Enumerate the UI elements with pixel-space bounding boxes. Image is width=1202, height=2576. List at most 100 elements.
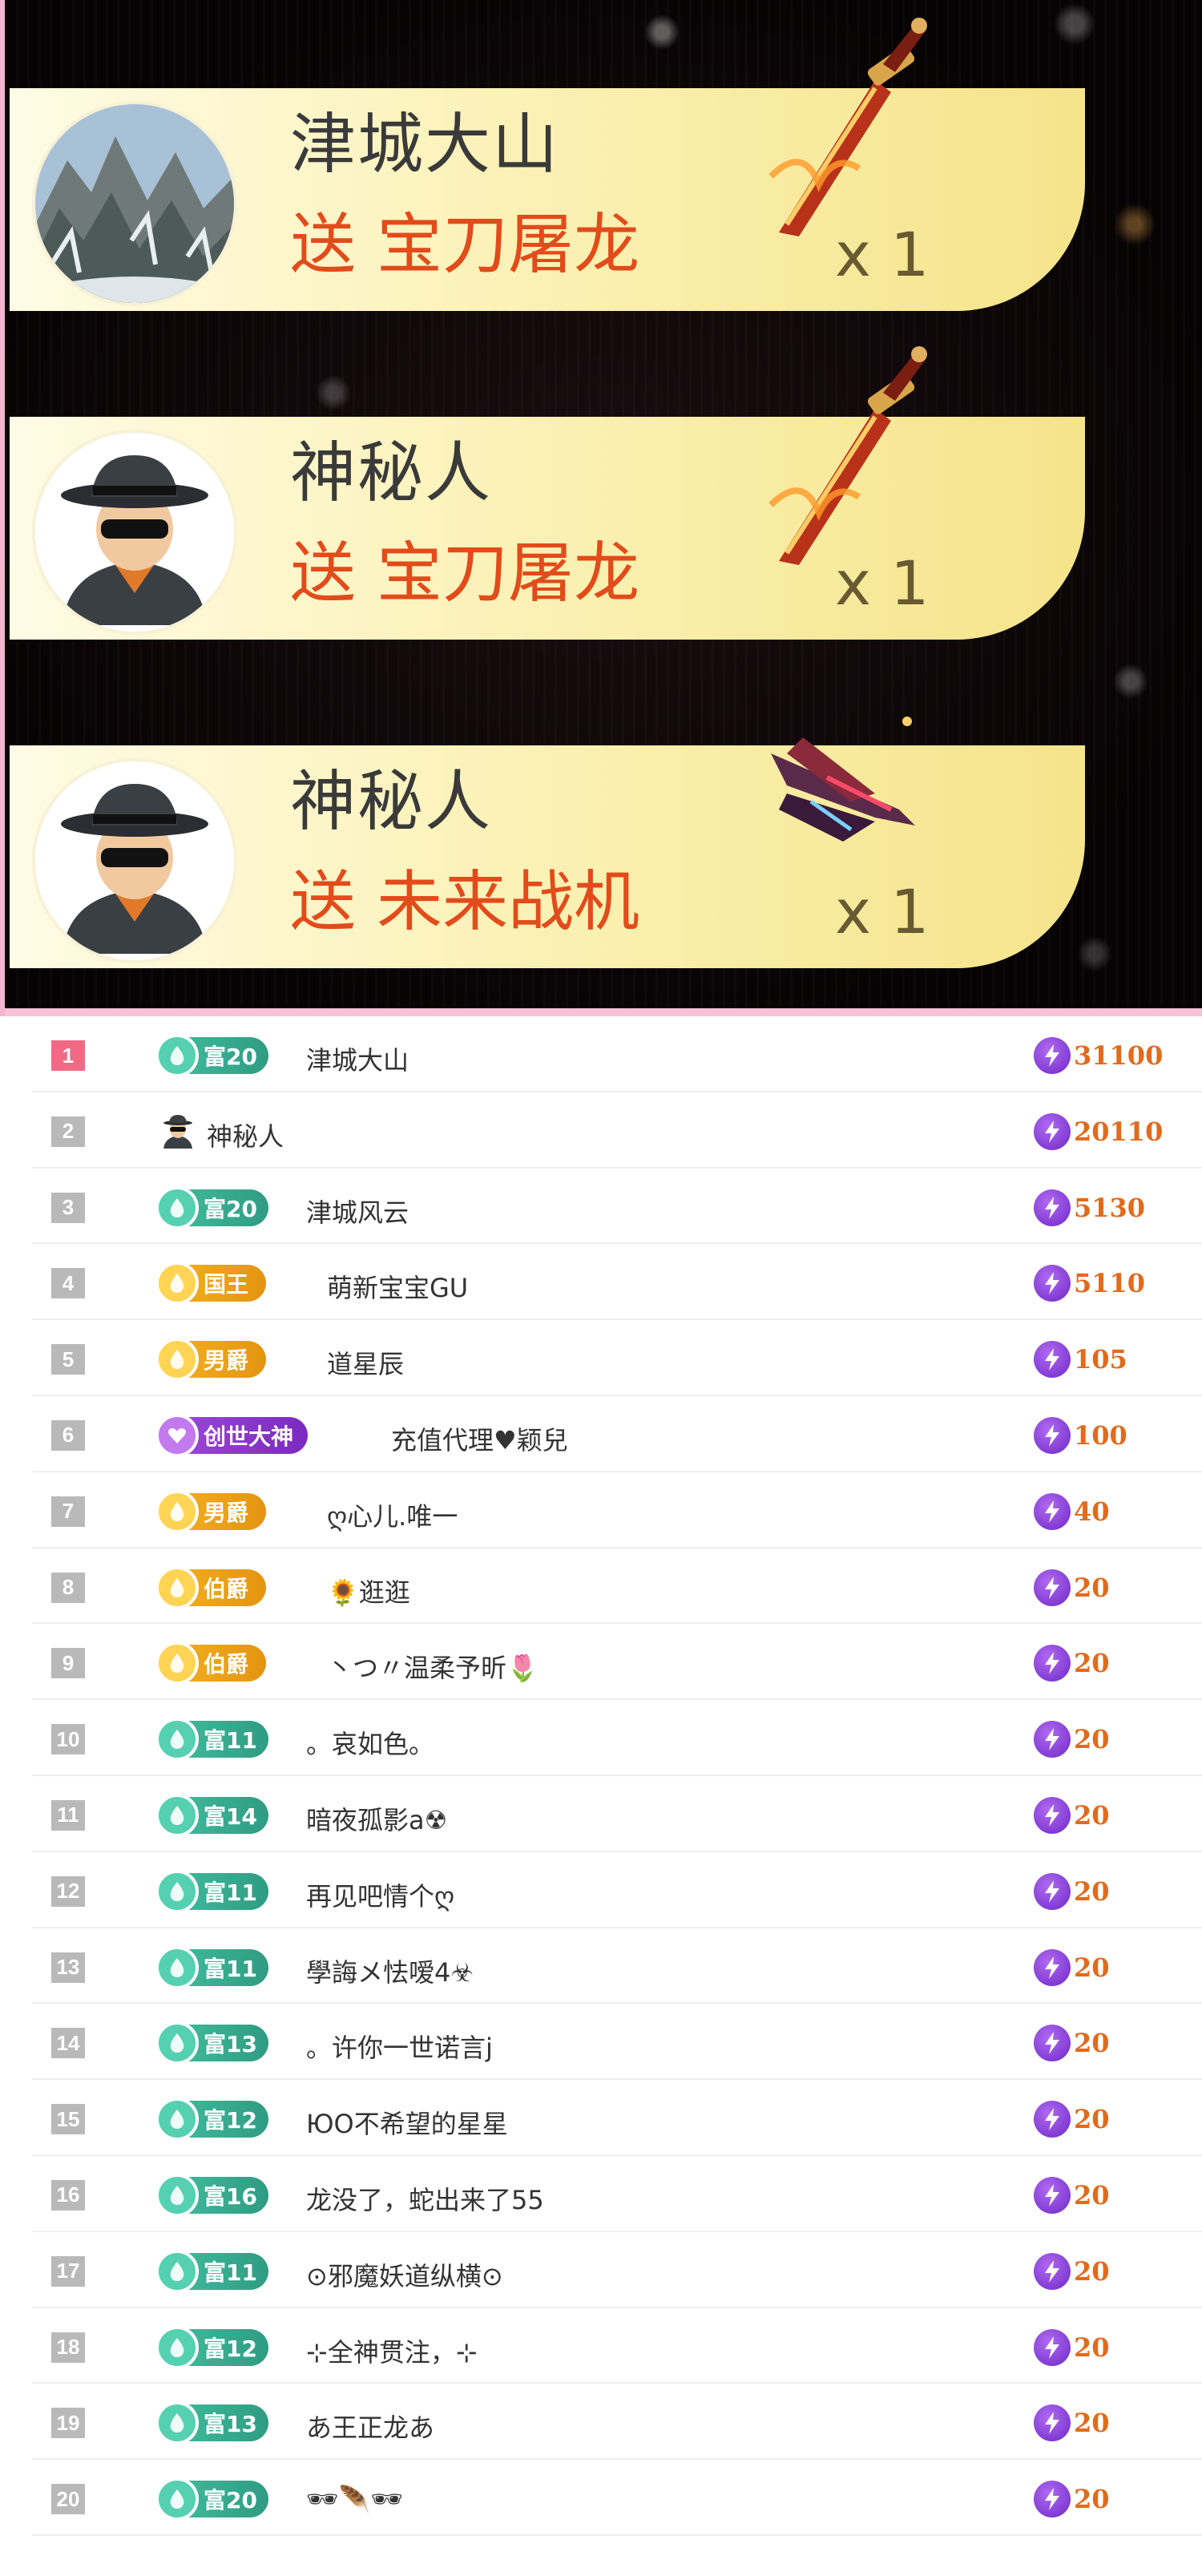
contribution-score: 20 bbox=[1034, 2252, 1110, 2290]
sender-name: 津城大山 bbox=[290, 107, 560, 183]
user-name[interactable]: 充值代理♥颖兒 bbox=[391, 1420, 568, 1457]
lightning-coin-icon bbox=[1034, 2101, 1071, 2138]
score-value: 20 bbox=[1074, 2104, 1110, 2135]
ranking-row[interactable]: 6 创世大神 充值代理♥颖兒 100 bbox=[32, 1396, 1202, 1472]
drop-emblem-icon bbox=[155, 1793, 199, 1837]
lightning-coin-icon bbox=[1034, 1569, 1071, 1606]
badge-label: 富20 bbox=[204, 2487, 257, 2514]
ranking-row[interactable]: 18 富12 ⊹全神贯注，⊹ 20 bbox=[32, 2308, 1202, 2384]
rich-level-badge: 富20 bbox=[155, 1034, 268, 1077]
user-name[interactable]: 神秘人 bbox=[207, 1116, 284, 1153]
ranking-row[interactable]: 7 男爵 ღ心儿.唯一 40 bbox=[32, 1472, 1202, 1548]
dragon-sword-icon bbox=[768, 346, 927, 565]
gift-banner: 神秘人 送宝刀屠龙 x 1 bbox=[10, 346, 1085, 640]
user-name[interactable]: 津城大山 bbox=[306, 1040, 409, 1077]
user-name[interactable]: 龙没了，蛇出来了55 bbox=[306, 2180, 544, 2217]
contribution-score: 20 bbox=[1034, 2481, 1110, 2518]
ranking-row[interactable]: 17 富11 ⊙邪魔妖道纵横⊙ 20 bbox=[32, 2232, 1202, 2308]
rank-number: 4 bbox=[51, 1268, 85, 1299]
score-value: 20 bbox=[1074, 1648, 1110, 1679]
badge-label: 富11 bbox=[204, 1955, 257, 1982]
rank-number: 5 bbox=[51, 1344, 85, 1375]
badge-label: 男爵 bbox=[204, 1347, 249, 1375]
ranking-row[interactable]: 11 富14 暗夜孤影a☢ 20 bbox=[32, 1776, 1202, 1852]
ranking-row[interactable]: 9 伯爵 丶つ〃温柔予昕🌷 20 bbox=[32, 1624, 1202, 1701]
mystery-man-avatar[interactable] bbox=[35, 433, 234, 632]
score-value: 20 bbox=[1074, 1952, 1110, 1983]
ranking-row[interactable]: 16 富16 龙没了，蛇出来了55 20 bbox=[32, 2156, 1202, 2232]
lightning-coin-icon bbox=[1034, 2481, 1071, 2518]
contribution-score: 20 bbox=[1034, 2328, 1110, 2366]
user-name[interactable]: 🕶🪶🕶 bbox=[306, 2484, 403, 2514]
dragon-sword-icon bbox=[768, 18, 927, 236]
contribution-score: 100 bbox=[1034, 1416, 1127, 1454]
badge-label: 富12 bbox=[204, 2107, 257, 2134]
user-name[interactable]: 學誨メ怯嗳4☣ bbox=[306, 1952, 474, 1989]
gift-action: 送宝刀屠龙 bbox=[290, 212, 639, 278]
rich-level-badge: 富11 bbox=[155, 1869, 268, 1913]
user-name[interactable]: ღ心儿.唯一 bbox=[327, 1496, 458, 1533]
rich-level-badge: 富12 bbox=[155, 2325, 268, 2369]
contribution-score: 20 bbox=[1034, 1872, 1110, 1910]
ranking-row[interactable]: 2 神秘人 20110 bbox=[32, 1092, 1202, 1169]
user-name[interactable]: 🌻逛逛 bbox=[327, 1573, 410, 1609]
drop-emblem-icon bbox=[155, 2325, 199, 2369]
lightning-coin-icon bbox=[1034, 2252, 1071, 2290]
ranking-row[interactable]: 8 伯爵 🌻逛逛 20 bbox=[32, 1548, 1202, 1625]
noble-level-badge: 伯爵 bbox=[155, 1641, 267, 1686]
lightning-coin-icon bbox=[1034, 1416, 1071, 1454]
ranking-row[interactable]: 14 富13 。许你一世诺言j 20 bbox=[32, 2004, 1202, 2081]
contribution-score: 20 bbox=[1034, 1645, 1110, 1682]
user-name[interactable]: ЮО不希望的星星 bbox=[306, 2104, 508, 2141]
gift-action: 送宝刀屠龙 bbox=[290, 541, 639, 607]
badge-label: 富16 bbox=[204, 2182, 257, 2210]
rich-level-badge: 富13 bbox=[155, 2401, 268, 2445]
ranking-row[interactable]: 1 富20 津城大山 31100 bbox=[32, 1016, 1202, 1092]
badge-label: 伯爵 bbox=[204, 1651, 249, 1678]
drop-emblem-icon bbox=[155, 1869, 199, 1913]
ranking-row[interactable]: 4 国王 萌新宝宝GU 5110 bbox=[32, 1244, 1202, 1321]
landscape-avatar[interactable] bbox=[35, 104, 234, 303]
contribution-score: 40 bbox=[1034, 1492, 1110, 1530]
user-name[interactable]: ⊙邪魔妖道纵横⊙ bbox=[306, 2256, 503, 2293]
mystery-man-avatar[interactable] bbox=[35, 761, 234, 960]
lightning-coin-icon bbox=[1034, 2328, 1071, 2366]
drop-emblem-icon bbox=[155, 1718, 199, 1762]
user-name[interactable]: 道星辰 bbox=[327, 1344, 404, 1381]
lightning-coin-icon bbox=[1034, 1796, 1071, 1834]
user-name[interactable]: 暗夜孤影a☢ bbox=[306, 1800, 447, 1837]
drop-emblem-icon bbox=[155, 2477, 199, 2521]
ranking-row[interactable]: 19 富13 あ王正龙あ 20 bbox=[32, 2384, 1202, 2461]
user-name[interactable]: 。许你一世诺言j bbox=[306, 2028, 493, 2065]
heart-emblem-icon bbox=[155, 1413, 199, 1457]
user-name[interactable]: 丶つ〃温柔予昕🌷 bbox=[327, 1648, 538, 1685]
rich-level-badge: 富13 bbox=[155, 2021, 268, 2065]
user-name[interactable]: 。哀如色。 bbox=[306, 1724, 434, 1761]
rank-number: 20 bbox=[51, 2484, 85, 2515]
badge-label: 伯爵 bbox=[204, 1575, 249, 1602]
rich-level-badge: 富11 bbox=[155, 1945, 268, 1989]
ranking-row[interactable]: 3 富20 津城风云 5130 bbox=[32, 1169, 1202, 1245]
user-name[interactable]: 萌新宝宝GU bbox=[327, 1268, 468, 1305]
ranking-row[interactable]: 15 富12 ЮО不希望的星星 20 bbox=[32, 2080, 1202, 2156]
score-value: 20 bbox=[1074, 2255, 1110, 2287]
contribution-score: 5130 bbox=[1034, 1189, 1145, 1226]
contribution-score: 31100 bbox=[1034, 1037, 1163, 1074]
ranking-row[interactable]: 20 富20 🕶🪶🕶 20 bbox=[32, 2460, 1202, 2536]
drop-emblem-icon bbox=[155, 1262, 199, 1306]
god-level-badge: 创世大神 bbox=[155, 1413, 309, 1457]
lightning-coin-icon bbox=[1034, 1872, 1071, 1910]
ranking-row[interactable]: 10 富11 。哀如色。 20 bbox=[32, 1700, 1202, 1776]
contribution-ranking-list: 1 富20 津城大山 31100 2 神秘人 20110 3 富20 津城风云 5130 4 国王 萌新宝… bbox=[0, 1016, 1202, 2536]
ranking-row[interactable]: 5 男爵 道星辰 105 bbox=[32, 1320, 1202, 1396]
rich-level-badge: 富20 bbox=[155, 1185, 268, 1229]
rank-number: 17 bbox=[51, 2255, 85, 2287]
ranking-row[interactable]: 13 富11 學誨メ怯嗳4☣ 20 bbox=[32, 1928, 1202, 2005]
user-name[interactable]: 再见吧情个ღ bbox=[306, 1876, 454, 1913]
ranking-row[interactable]: 12 富11 再见吧情个ღ 20 bbox=[32, 1852, 1202, 1928]
user-name[interactable]: ⊹全神贯注，⊹ bbox=[306, 2332, 478, 2369]
user-name[interactable]: 津城风云 bbox=[306, 1193, 409, 1229]
rank-number: 11 bbox=[51, 1799, 85, 1831]
user-name[interactable]: あ王正龙あ bbox=[306, 2408, 434, 2445]
score-value: 20110 bbox=[1074, 1116, 1164, 1147]
